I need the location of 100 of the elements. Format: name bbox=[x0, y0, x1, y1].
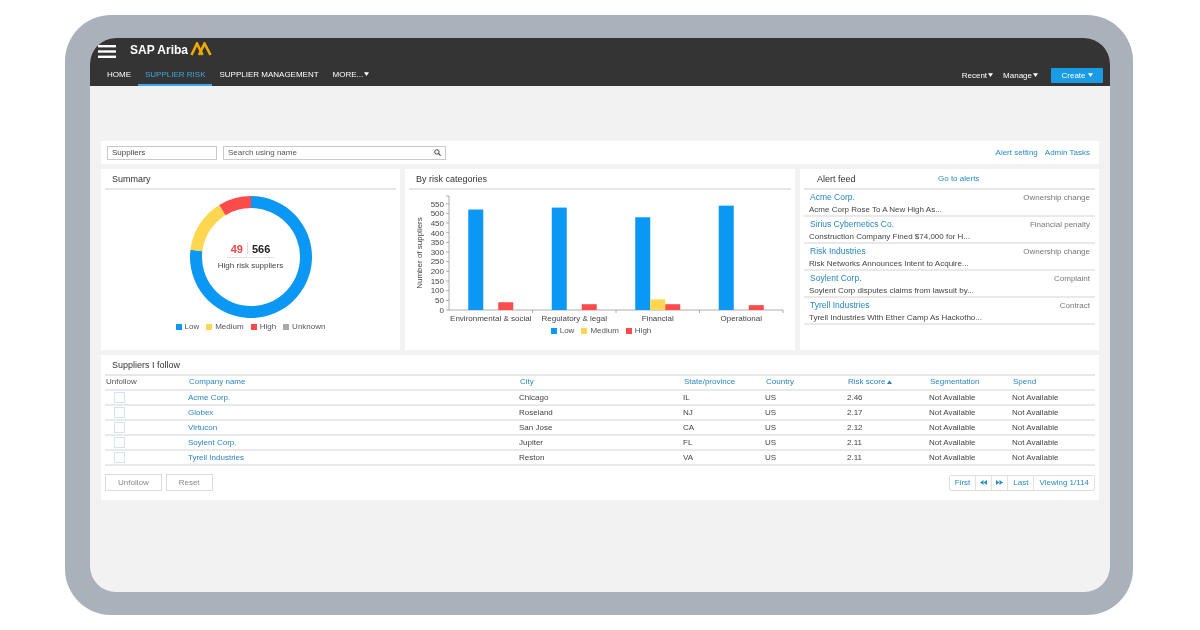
double-right-arrow-icon bbox=[996, 480, 1004, 485]
chart-bar bbox=[498, 302, 514, 310]
caret-down-icon bbox=[364, 72, 370, 76]
table-cell: 2.11 bbox=[847, 453, 862, 462]
checkbox[interactable] bbox=[114, 392, 125, 403]
table-cell: Chicago bbox=[519, 393, 549, 402]
axis-tick-label: 300 bbox=[430, 247, 444, 257]
table-cell: FL bbox=[683, 438, 693, 447]
checkbox[interactable] bbox=[114, 407, 125, 418]
table-cell: NJ bbox=[683, 408, 693, 417]
company-link[interactable]: Acme Corp. bbox=[188, 393, 231, 402]
table-cell: US bbox=[765, 453, 777, 462]
alert-type: Financial penalty bbox=[1029, 219, 1090, 229]
menu-icon[interactable] bbox=[98, 44, 116, 58]
table-cell: Not Available bbox=[929, 408, 976, 417]
company-link[interactable]: Sirius Cybernetics Co. bbox=[809, 219, 895, 229]
alert-type: Ownership change bbox=[1023, 192, 1090, 202]
alert-type: Complaint bbox=[1054, 273, 1090, 283]
category-label: Operational bbox=[720, 314, 762, 323]
search-field[interactable]: Search using name bbox=[223, 145, 446, 160]
action-button[interactable]: Unfollow bbox=[105, 474, 162, 491]
company-link[interactable]: Virtucon bbox=[188, 423, 218, 432]
table-cell: San Jose bbox=[519, 423, 553, 432]
double-left-arrow-icon bbox=[980, 480, 988, 485]
legend-label: Low bbox=[559, 326, 575, 335]
column-header[interactable]: Company name bbox=[188, 377, 246, 386]
table-cell: Roseland bbox=[519, 408, 553, 417]
chart-bar bbox=[748, 305, 764, 310]
caret-down-icon bbox=[988, 73, 994, 77]
supplier-scope-field[interactable]: Suppliers bbox=[107, 145, 217, 160]
checkbox[interactable] bbox=[114, 452, 125, 463]
nav-tab[interactable]: MORE... bbox=[325, 62, 377, 86]
column-header[interactable]: Segmentation bbox=[929, 377, 980, 386]
panel-title: Suppliers I follow bbox=[112, 359, 181, 370]
column-header[interactable]: City bbox=[519, 377, 534, 386]
high-risk-count: 49 bbox=[230, 242, 243, 255]
company-link[interactable]: Tyrell Industries bbox=[809, 300, 870, 310]
checkbox[interactable] bbox=[114, 437, 125, 448]
action-button[interactable]: Reset bbox=[165, 474, 213, 491]
table-cell: US bbox=[765, 423, 777, 432]
table-cell: IL bbox=[683, 393, 690, 402]
table-cell: Not Available bbox=[929, 423, 976, 432]
axis-tick-label: 400 bbox=[430, 228, 444, 238]
axis-tick-label: 550 bbox=[430, 199, 444, 209]
table-cell: CA bbox=[683, 423, 695, 432]
table-cell: VA bbox=[683, 453, 694, 462]
axis-tick-label: 500 bbox=[430, 209, 444, 219]
axis-tick-label: 450 bbox=[430, 218, 444, 228]
create-button[interactable]: Create bbox=[1051, 67, 1103, 83]
table-cell: 2.46 bbox=[847, 393, 863, 402]
header-link[interactable]: Alert setting bbox=[995, 148, 1038, 157]
company-link[interactable]: Acme Corp. bbox=[809, 192, 855, 202]
go-to-alerts-link[interactable]: Go to alerts bbox=[938, 174, 980, 183]
menu-dropdown[interactable]: Recent bbox=[956, 62, 999, 86]
category-label: Financial bbox=[641, 314, 674, 323]
axis-tick-label: 350 bbox=[430, 238, 444, 248]
legend-label: Low bbox=[184, 322, 200, 331]
total-count: 566 bbox=[251, 242, 271, 255]
panel-title: Summary bbox=[112, 173, 151, 184]
company-link[interactable]: Soylent Corp. bbox=[809, 273, 862, 283]
column-header[interactable]: Spend bbox=[1012, 377, 1037, 386]
axis-tick-label: 50 bbox=[435, 296, 444, 306]
axis-tick-label: 100 bbox=[430, 286, 444, 296]
axis-tick-label: 250 bbox=[430, 257, 444, 267]
axis-tick-label: 150 bbox=[430, 276, 444, 286]
table-cell: US bbox=[765, 393, 777, 402]
company-link[interactable]: Globex bbox=[188, 408, 214, 417]
alert-text: Risk Networks Announces Intent to Acquire... bbox=[809, 259, 970, 268]
chevron-logo-icon bbox=[190, 42, 213, 56]
table-cell: Not Available bbox=[1012, 438, 1059, 447]
alert-text: Acme Corp Rose To A New High As... bbox=[809, 205, 943, 214]
column-header[interactable]: Country bbox=[765, 377, 794, 386]
table-cell: US bbox=[765, 438, 777, 447]
nav-tab[interactable]: HOME bbox=[100, 62, 138, 86]
alert-text: Construction Company Fined $74,000 for H... bbox=[809, 232, 971, 241]
brand-name: SAP Ariba bbox=[130, 43, 189, 57]
nav-tab[interactable]: SUPPLIER RISK bbox=[138, 62, 213, 86]
menu-dropdown[interactable]: Manage bbox=[998, 62, 1043, 86]
legend-label: Medium bbox=[215, 322, 244, 331]
nav-tab[interactable]: SUPPLIER MANAGEMENT bbox=[212, 62, 326, 86]
panel-title: By risk categories bbox=[416, 173, 488, 184]
company-link[interactable]: Risk Industries bbox=[809, 246, 866, 256]
company-link[interactable]: Tyrell Industries bbox=[188, 453, 245, 462]
legend-label: Unknown bbox=[292, 322, 326, 331]
donut-caption: High risk suppliers bbox=[217, 260, 284, 270]
table-cell: US bbox=[765, 408, 777, 417]
column-header[interactable]: Risk score bbox=[847, 377, 893, 386]
column-header[interactable]: State/province bbox=[683, 377, 736, 386]
header-link[interactable]: Admin Tasks bbox=[1044, 148, 1090, 157]
alert-type: Ownership change bbox=[1023, 246, 1090, 256]
axis-tick-label: 200 bbox=[430, 267, 444, 277]
axis-tick-label: 0 bbox=[439, 305, 444, 315]
category-label: Environmental & social bbox=[450, 314, 532, 323]
alert-type: Contract bbox=[1059, 300, 1090, 310]
table-cell: Not Available bbox=[929, 393, 976, 402]
company-link[interactable]: Soylent Corp. bbox=[188, 438, 237, 447]
table-cell: Not Available bbox=[929, 438, 976, 447]
legend-label: Medium bbox=[590, 326, 619, 335]
checkbox[interactable] bbox=[114, 422, 125, 433]
sort-up-icon bbox=[887, 379, 893, 384]
